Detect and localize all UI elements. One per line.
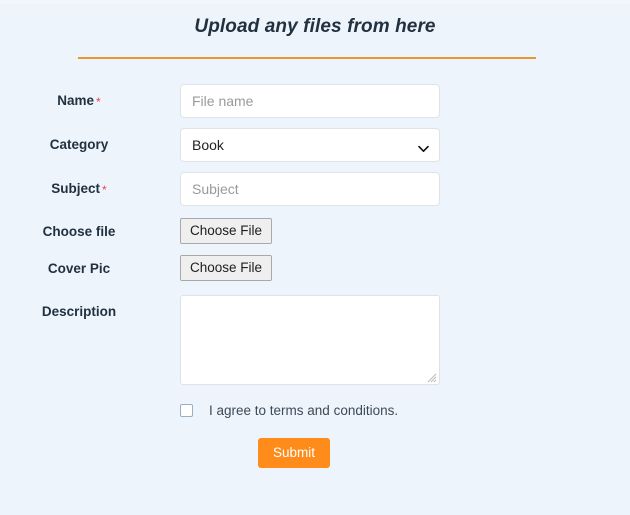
- form-row-name: Name *: [0, 84, 630, 118]
- page-title: Upload any files from here: [194, 16, 436, 37]
- agreement-row: I agree to terms and conditions.: [180, 403, 630, 418]
- label-cover-pic: Cover Pic: [0, 255, 180, 283]
- form-row-cover-pic: Cover Pic Choose File: [0, 255, 630, 283]
- agree-checkbox[interactable]: [180, 404, 193, 417]
- name-input[interactable]: [180, 84, 440, 118]
- description-textarea[interactable]: [180, 295, 440, 385]
- field-choose-file: Choose File: [180, 218, 630, 244]
- field-category: Book: [180, 128, 630, 162]
- cover-pic-choose-file-button[interactable]: Choose File: [180, 255, 273, 281]
- submit-row: Submit: [180, 438, 630, 468]
- field-name: [180, 84, 630, 118]
- required-asterisk-subject: *: [102, 183, 107, 197]
- upload-form: Name* Category Book: [0, 84, 630, 468]
- label-category: Category: [0, 128, 180, 162]
- label-name-text: Name: [57, 93, 95, 108]
- top-edge-strip: [0, 0, 630, 4]
- field-cover-pic: Choose File: [180, 255, 630, 281]
- field-subject: [180, 172, 630, 206]
- subject-input[interactable]: [180, 172, 440, 206]
- required-asterisk-name: *: [96, 95, 101, 109]
- label-choose-file: Choose file: [0, 218, 180, 246]
- label-description-text: Description: [41, 304, 117, 319]
- description-wrap: [180, 295, 440, 385]
- field-description: I agree to terms and conditions. Submit: [180, 295, 630, 468]
- form-row-subject: Subject *: [0, 172, 630, 206]
- label-subject: Subject *: [0, 172, 180, 206]
- form-row-category: Category Book: [0, 128, 630, 162]
- label-category-text: Category: [49, 137, 109, 152]
- label-subject-text: Subject: [51, 181, 101, 196]
- agree-label: I agree to terms and conditions.: [209, 403, 399, 418]
- label-name: Name *: [0, 84, 180, 118]
- form-row-choose-file: Choose file Choose File: [0, 218, 630, 246]
- category-select-wrap[interactable]: Book: [180, 128, 440, 162]
- label-cover-pic-text: Cover Pic: [47, 261, 111, 276]
- upload-form-page: Upload any files from here Name* Categor…: [0, 0, 630, 515]
- submit-button[interactable]: Submit: [258, 438, 330, 468]
- label-description: Description: [0, 295, 180, 329]
- title-divider: [78, 57, 536, 59]
- choose-file-button[interactable]: Choose File: [180, 218, 273, 244]
- category-select[interactable]: Book: [180, 128, 440, 162]
- form-row-description: Description I agree to terms and conditi…: [0, 295, 630, 468]
- label-choose-file-text: Choose file: [42, 224, 116, 239]
